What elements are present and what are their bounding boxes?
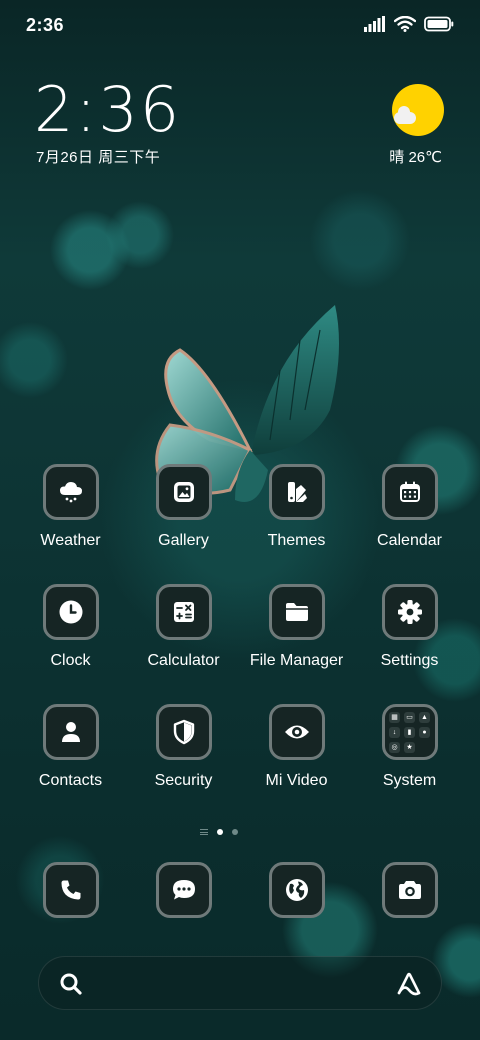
cloud-icon <box>394 106 416 124</box>
mini-app-icon: ▦ <box>389 711 400 723</box>
app-label: Themes <box>267 532 326 549</box>
wifi-icon <box>394 16 416 32</box>
app-security[interactable]: Security <box>127 704 240 790</box>
home-clock[interactable]: 2:36 <box>34 76 181 144</box>
page-dot <box>232 829 238 835</box>
home-date: 7月26日 周三下午 <box>36 149 161 166</box>
mini-app-icon: ◎ <box>389 741 400 753</box>
camera-icon[interactable] <box>381 862 438 918</box>
mini-app-icon: ▲ <box>419 711 430 723</box>
search-icon[interactable] <box>59 972 83 996</box>
dock-messages[interactable] <box>127 862 240 918</box>
calendar-icon[interactable] <box>381 464 438 520</box>
mini-app-icon: ↓ <box>389 726 400 738</box>
app-label: Contacts <box>38 772 103 789</box>
app-gallery[interactable]: Gallery <box>127 464 240 550</box>
brush-icon[interactable] <box>268 464 325 520</box>
app-clock[interactable]: Clock <box>14 584 127 670</box>
page-indicator[interactable] <box>200 829 238 835</box>
app-contacts[interactable]: Contacts <box>14 704 127 790</box>
mini-app-empty <box>419 742 430 753</box>
app-themes[interactable]: Themes <box>240 464 353 550</box>
signal-icon <box>364 16 385 32</box>
app-label: Security <box>154 772 213 789</box>
globe-icon[interactable] <box>268 862 325 918</box>
page-dot-active <box>217 829 223 835</box>
app-label: Calculator <box>147 652 220 669</box>
cloud-rain-icon[interactable] <box>42 464 99 520</box>
folder-grid-icon[interactable]: ▦ ▭ ▲ ↓ ▮ ● ◎ ★ <box>381 704 438 760</box>
mini-app-icon: ● <box>419 726 430 738</box>
app-grid: Weather Gallery Themes Calendar Clock Ca… <box>14 464 466 790</box>
phone-icon[interactable] <box>42 862 99 918</box>
clock-icon[interactable] <box>42 584 99 640</box>
calculator-icon[interactable] <box>155 584 212 640</box>
dock-phone[interactable] <box>14 862 127 918</box>
app-weather[interactable]: Weather <box>14 464 127 550</box>
app-label: Calendar <box>377 532 442 549</box>
battery-icon <box>424 16 454 32</box>
folder-preview: ▦ ▭ ▲ ↓ ▮ ● ◎ ★ <box>389 711 430 753</box>
dock <box>14 862 466 918</box>
status-bar: 2:36 <box>0 0 480 52</box>
assistant-icon[interactable] <box>395 970 423 998</box>
app-file-manager[interactable]: File Manager <box>240 584 353 670</box>
app-label: Clock <box>50 652 91 669</box>
app-calculator[interactable]: Calculator <box>127 584 240 670</box>
app-label: File Manager <box>249 652 344 669</box>
status-icons <box>364 16 454 32</box>
app-calendar[interactable]: Calendar <box>353 464 466 550</box>
status-time: 2:36 <box>26 15 65 35</box>
app-label: System <box>382 772 437 789</box>
app-label: Gallery <box>158 532 209 549</box>
chat-icon[interactable] <box>155 862 212 918</box>
minus-one-screen-indicator <box>200 829 208 835</box>
app-label: Weather <box>40 532 101 549</box>
person-icon[interactable] <box>42 704 99 760</box>
search-bar[interactable] <box>38 956 442 1010</box>
mini-app-icon: ★ <box>404 741 415 753</box>
folder-icon[interactable] <box>268 584 325 640</box>
gear-icon[interactable] <box>381 584 438 640</box>
weather-summary: 晴 26℃ <box>389 149 442 166</box>
shield-icon[interactable] <box>155 704 212 760</box>
dock-browser[interactable] <box>240 862 353 918</box>
eye-icon[interactable] <box>268 704 325 760</box>
app-settings[interactable]: Settings <box>353 584 466 670</box>
image-icon[interactable] <box>155 464 212 520</box>
folder-system[interactable]: ▦ ▭ ▲ ↓ ▮ ● ◎ ★ System <box>353 704 466 790</box>
dock-camera[interactable] <box>353 862 466 918</box>
app-mi-video[interactable]: Mi Video <box>240 704 353 790</box>
app-label: Settings <box>380 652 439 669</box>
mini-app-icon: ▭ <box>404 711 415 723</box>
mini-app-icon: ▮ <box>404 726 415 738</box>
app-label: Mi Video <box>265 772 328 789</box>
